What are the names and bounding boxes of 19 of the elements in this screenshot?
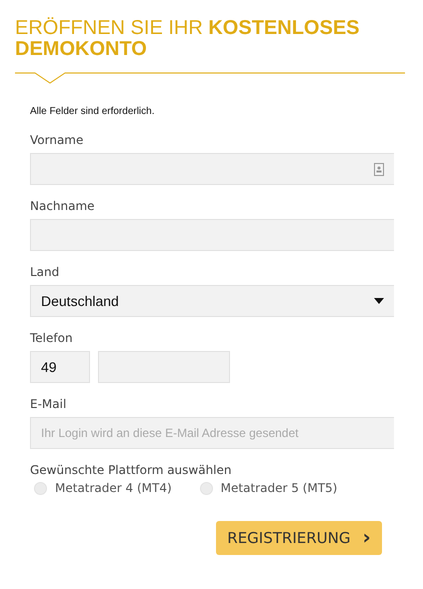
input-field[interactable] (30, 153, 394, 185)
dropdown-caret-icon (374, 298, 384, 304)
field-label: Vorname (30, 133, 84, 147)
field-label: Land (30, 265, 60, 279)
phone-field[interactable] (98, 351, 230, 383)
required-note: Alle Felder sind erforderlich. (30, 106, 156, 117)
input-field[interactable] (30, 219, 394, 251)
register-button[interactable]: REGISTRIERUNG › (216, 521, 382, 555)
country-select[interactable]: Deutschland (30, 285, 394, 317)
radio-label: Metatrader 5 (MT5) (220, 481, 338, 495)
platform-label: Gewünschte Plattform auswählen (30, 463, 232, 477)
radio-button[interactable] (200, 482, 213, 494)
radio-button[interactable] (34, 482, 47, 494)
country-code-field[interactable]: 49 (30, 351, 90, 383)
page-title: ERÖFFNEN SIE IHR KOSTENLOSES DEMOKONTO (15, 18, 360, 60)
field-label: Telefon (30, 331, 73, 345)
radio-label: Metatrader 4 (MT4) (55, 481, 172, 495)
field-label: E-Mail (30, 397, 66, 411)
field-label: Nachname (30, 199, 95, 213)
